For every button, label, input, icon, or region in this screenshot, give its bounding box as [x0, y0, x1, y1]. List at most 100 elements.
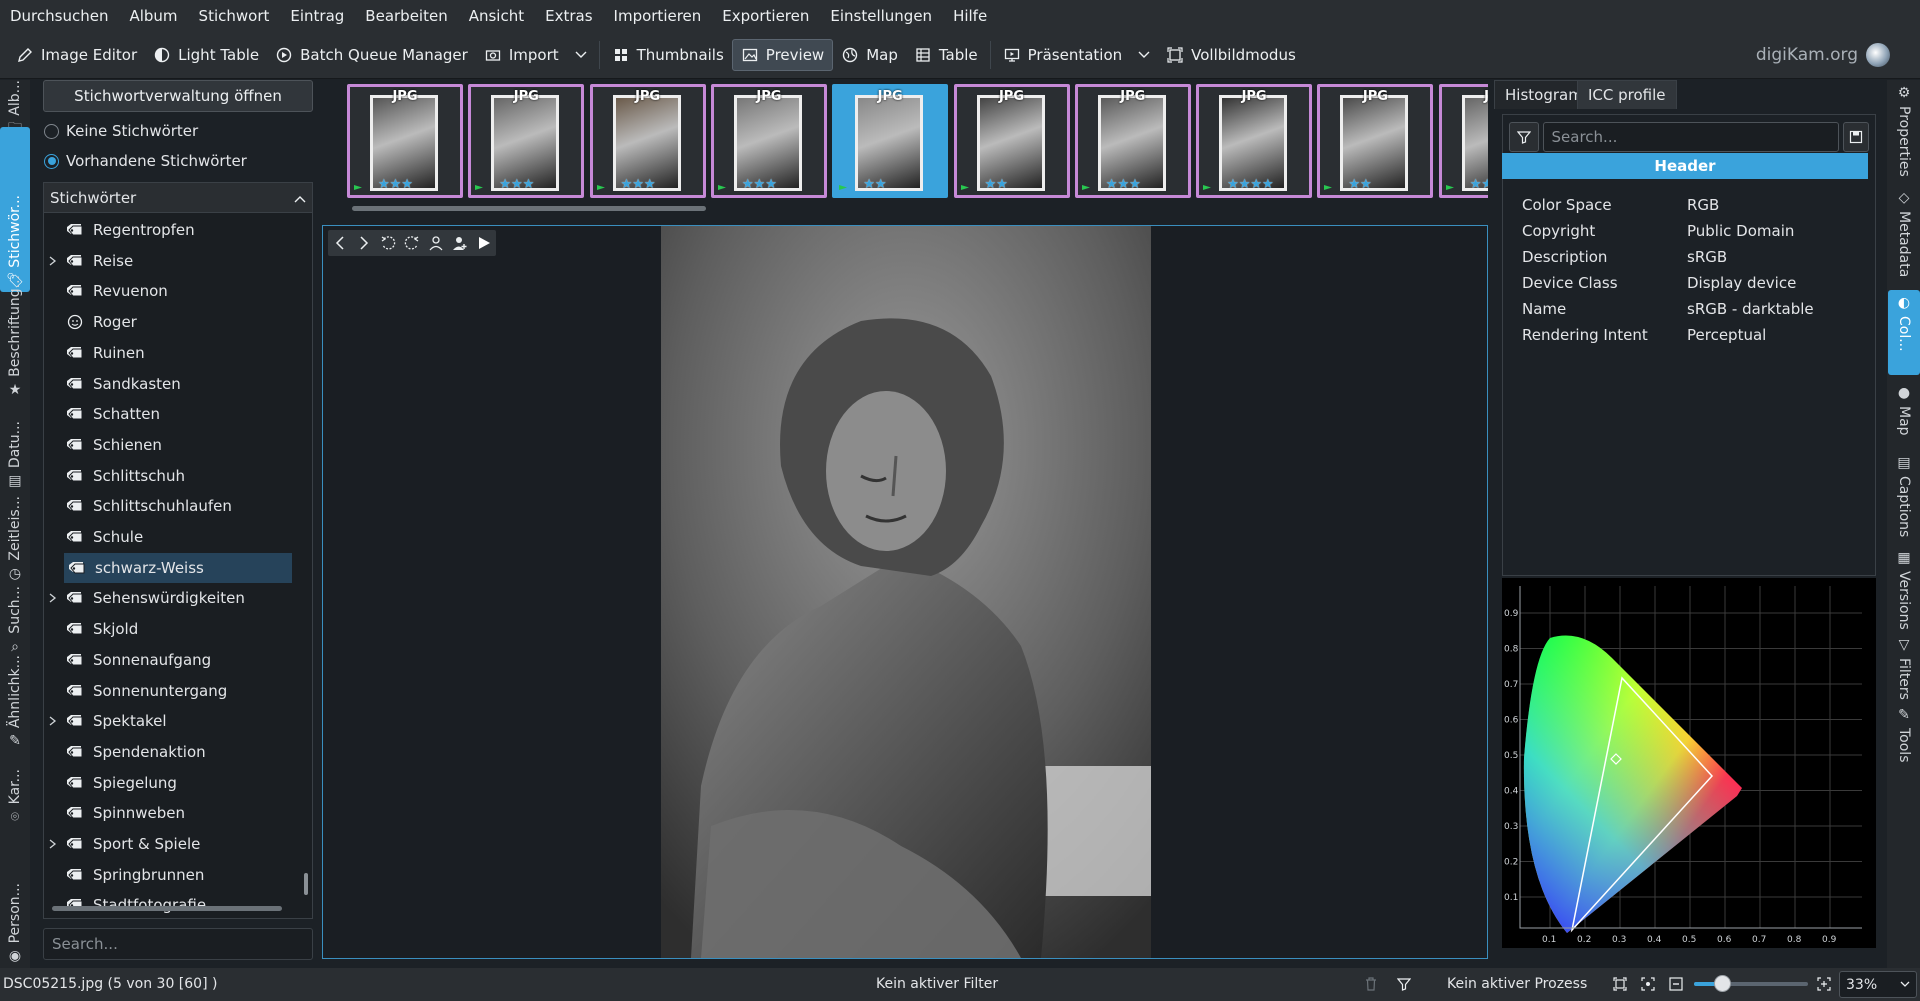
- rating-stars[interactable]: ★★★★: [1227, 177, 1274, 192]
- keyword-item[interactable]: Spektakel: [49, 706, 290, 736]
- import-dropdown-chevron-icon[interactable]: [573, 47, 589, 63]
- keyword-item[interactable]: Sport & Spiele: [49, 829, 290, 859]
- right-tab-2[interactable]: ◐ Col...: [1888, 290, 1920, 375]
- slideshow-play-icon[interactable]: [472, 230, 496, 256]
- next-image-icon[interactable]: [352, 230, 376, 256]
- icc-row[interactable]: Color Space RGB: [1522, 192, 1862, 218]
- zoom-fit-icon[interactable]: [1613, 977, 1627, 995]
- filmstrip-thumbnail[interactable]: JPG ★★: [832, 84, 949, 198]
- face-tag-icon[interactable]: [424, 230, 448, 256]
- expand-arrow-icon[interactable]: [48, 716, 58, 726]
- sidebar-tab-2[interactable]: Beschriftung... ★: [0, 275, 30, 401]
- keyword-item[interactable]: Spendenaktion: [62, 737, 290, 767]
- expand-arrow-icon[interactable]: [48, 839, 58, 849]
- right-tab-4[interactable]: ▤ Captions: [1888, 450, 1920, 540]
- image-editor-button[interactable]: Image Editor: [8, 39, 145, 71]
- open-keyword-manager-button[interactable]: Stichwortverwaltung öffnen: [43, 80, 313, 112]
- previous-image-icon[interactable]: [328, 230, 352, 256]
- rating-stars[interactable]: ★★★: [1106, 177, 1141, 192]
- menu-item[interactable]: Album: [129, 7, 177, 25]
- keyword-item[interactable]: Sonnenaufgang: [62, 645, 290, 675]
- keyword-item[interactable]: Schienen: [62, 430, 290, 460]
- keyword-item[interactable]: Springbrunnen: [62, 860, 290, 890]
- radio-existing-keywords[interactable]: Vorhandene Stichwörter: [44, 152, 247, 170]
- zoom-out-icon[interactable]: [1669, 977, 1683, 995]
- rating-stars[interactable]: ★★★: [378, 177, 413, 192]
- right-tab-7[interactable]: ✎ Tools: [1888, 702, 1920, 763]
- thumbnails-button[interactable]: Thumbnails: [604, 39, 732, 71]
- keyword-item[interactable]: Spiegelung: [62, 768, 290, 798]
- rating-stars[interactable]: ★★★: [621, 177, 656, 192]
- filmstrip-thumbnail[interactable]: JPG ★★★: [589, 84, 706, 198]
- filmstrip-thumbnail[interactable]: JPG ★★: [1317, 84, 1434, 198]
- sidebar-tab-4[interactable]: Zeitleis... ◷: [0, 495, 30, 585]
- filmstrip-thumbnail[interactable]: JPG ★★★★: [1196, 84, 1313, 198]
- menu-item[interactable]: Durchsuchen: [10, 7, 108, 25]
- radio-no-keywords[interactable]: Keine Stichwörter: [44, 122, 198, 140]
- right-tab-5[interactable]: ▦ Versions: [1888, 545, 1920, 630]
- filmstrip-thumbnail[interactable]: JPG ★★★: [1438, 84, 1488, 198]
- rating-stars[interactable]: ★★★: [499, 177, 534, 192]
- filmstrip-thumbnail[interactable]: JPG ★★★: [1074, 84, 1191, 198]
- rotate-left-icon[interactable]: [376, 230, 400, 256]
- keyword-item[interactable]: Sandkasten: [62, 369, 290, 399]
- image-preview[interactable]: [322, 225, 1488, 959]
- keyword-item[interactable]: schwarz-Weiss: [64, 552, 292, 583]
- sidebar-tab-7[interactable]: Kar... ⌾: [0, 756, 30, 828]
- keyword-tree-horizontal-scrollbar[interactable]: [52, 906, 282, 911]
- import-button[interactable]: Import: [476, 39, 567, 71]
- keyword-tree-vertical-scrollbar[interactable]: [300, 215, 312, 905]
- rating-stars[interactable]: ★★★: [1470, 177, 1488, 192]
- icc-row[interactable]: Copyright Public Domain: [1522, 218, 1862, 244]
- filmstrip-thumbnail[interactable]: JPG ★★★: [710, 84, 827, 198]
- scrollbar-thumb[interactable]: [304, 873, 308, 895]
- brand-logo[interactable]: digiKam.org: [1756, 43, 1890, 67]
- rating-stars[interactable]: ★★: [863, 177, 886, 192]
- presentation-button[interactable]: Präsentation: [995, 39, 1131, 71]
- rating-stars[interactable]: ★★★: [742, 177, 777, 192]
- expand-arrow-icon[interactable]: [48, 256, 58, 266]
- preview-button[interactable]: Preview: [731, 38, 834, 71]
- keyword-item[interactable]: Reise: [49, 246, 290, 276]
- keyword-item[interactable]: Sehenswürdigkeiten: [49, 583, 290, 613]
- right-tab-3[interactable]: ● Map: [1888, 380, 1920, 445]
- right-tab-6[interactable]: ▽ Filters: [1888, 632, 1920, 700]
- sidebar-tab-8[interactable]: Person... ◉: [0, 832, 30, 967]
- right-tab-0[interactable]: ⚙ Properties: [1888, 80, 1920, 180]
- menu-item[interactable]: Eintrag: [290, 7, 344, 25]
- rating-stars[interactable]: ★★: [985, 177, 1008, 192]
- keyword-item[interactable]: Revuenon: [62, 276, 290, 306]
- zoom-in-icon[interactable]: [1817, 977, 1831, 995]
- batch-queue-button[interactable]: Batch Queue Manager: [267, 39, 476, 71]
- expand-arrow-icon[interactable]: [48, 593, 58, 603]
- keyword-item[interactable]: Regentropfen: [62, 215, 290, 245]
- menu-item[interactable]: Importieren: [614, 7, 702, 25]
- rating-stars[interactable]: ★★: [1348, 177, 1371, 192]
- sidebar-tab-6[interactable]: Ähnlichk... ✎: [0, 655, 30, 752]
- menu-item[interactable]: Bearbeiten: [365, 7, 447, 25]
- menu-item[interactable]: Exportieren: [722, 7, 809, 25]
- right-tab-1[interactable]: ◇ Metadata: [1888, 185, 1920, 277]
- icc-row[interactable]: Name sRGB - darktable: [1522, 296, 1862, 322]
- sidebar-tab-5[interactable]: Such... ⌕: [0, 586, 30, 658]
- menu-item[interactable]: Extras: [545, 7, 592, 25]
- keyword-item[interactable]: Spinnweben: [62, 798, 290, 828]
- zoom-level-select[interactable]: 33%: [1839, 971, 1917, 998]
- presentation-dropdown-chevron-icon[interactable]: [1136, 47, 1152, 63]
- keyword-tree[interactable]: Stichwörter Regentropfen Reise Revuenon Rog…: [43, 182, 313, 919]
- add-face-icon[interactable]: [448, 230, 472, 256]
- keyword-item[interactable]: Schule: [62, 522, 290, 552]
- keyword-item[interactable]: Sonnenuntergang: [62, 676, 290, 706]
- icc-row[interactable]: Rendering Intent Perceptual: [1522, 322, 1862, 348]
- filmstrip-thumbnail[interactable]: JPG ★★★: [347, 84, 463, 198]
- keyword-item[interactable]: Skjold: [62, 614, 290, 644]
- keyword-item[interactable]: Ruinen: [62, 338, 290, 368]
- keyword-search-input[interactable]: Search...: [43, 928, 313, 960]
- menu-item[interactable]: Ansicht: [469, 7, 524, 25]
- icc-row[interactable]: Description sRGB: [1522, 244, 1862, 270]
- menu-item[interactable]: Stichwort: [199, 7, 270, 25]
- zoom-slider-handle[interactable]: [1714, 975, 1731, 992]
- filmstrip-thumbnail[interactable]: JPG ★★★: [468, 84, 585, 198]
- trash-icon[interactable]: [1365, 977, 1377, 995]
- zoom-slider[interactable]: [1694, 975, 1808, 992]
